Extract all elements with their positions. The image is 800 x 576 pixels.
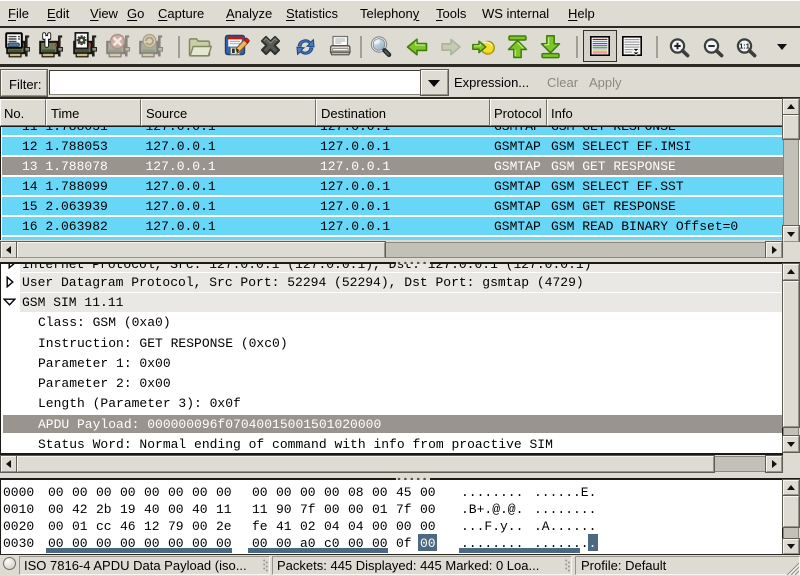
svg-text:1:1: 1:1 — [739, 42, 749, 51]
